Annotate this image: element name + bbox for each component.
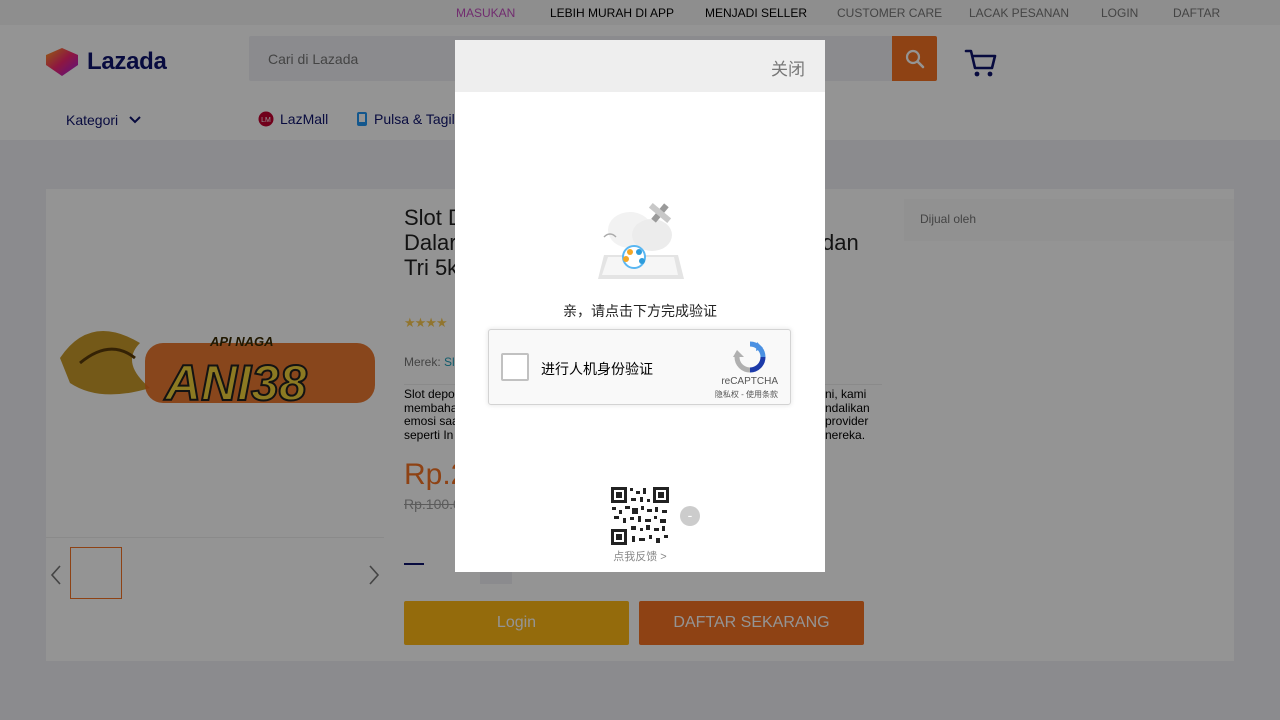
feedback-link[interactable]: 点我反馈 > bbox=[455, 548, 825, 564]
verification-modal: 关闭 亲，请点击下方完成验证 进行人机身份验证 reCAPTCHA 隐私权 - … bbox=[455, 40, 825, 572]
recaptcha-logo-icon bbox=[733, 341, 766, 373]
satellite-illustration-icon bbox=[598, 202, 684, 279]
recaptcha-label: 进行人机身份验证 bbox=[541, 361, 653, 377]
recaptcha-widget: 进行人机身份验证 reCAPTCHA 隐私权 - 使用条款 bbox=[488, 329, 791, 405]
close-button[interactable]: 关闭 bbox=[771, 55, 805, 80]
recaptcha-checkbox[interactable] bbox=[501, 353, 529, 381]
modal-header: 关闭 bbox=[455, 40, 825, 92]
recaptcha-privacy-terms[interactable]: 隐私权 - 使用条款 bbox=[715, 389, 778, 400]
qr-code-icon bbox=[610, 486, 670, 546]
verification-prompt: 亲，请点击下方完成验证 bbox=[563, 303, 717, 319]
qr-collapse-button[interactable]: - bbox=[680, 506, 700, 526]
recaptcha-brand: reCAPTCHA bbox=[721, 376, 778, 387]
